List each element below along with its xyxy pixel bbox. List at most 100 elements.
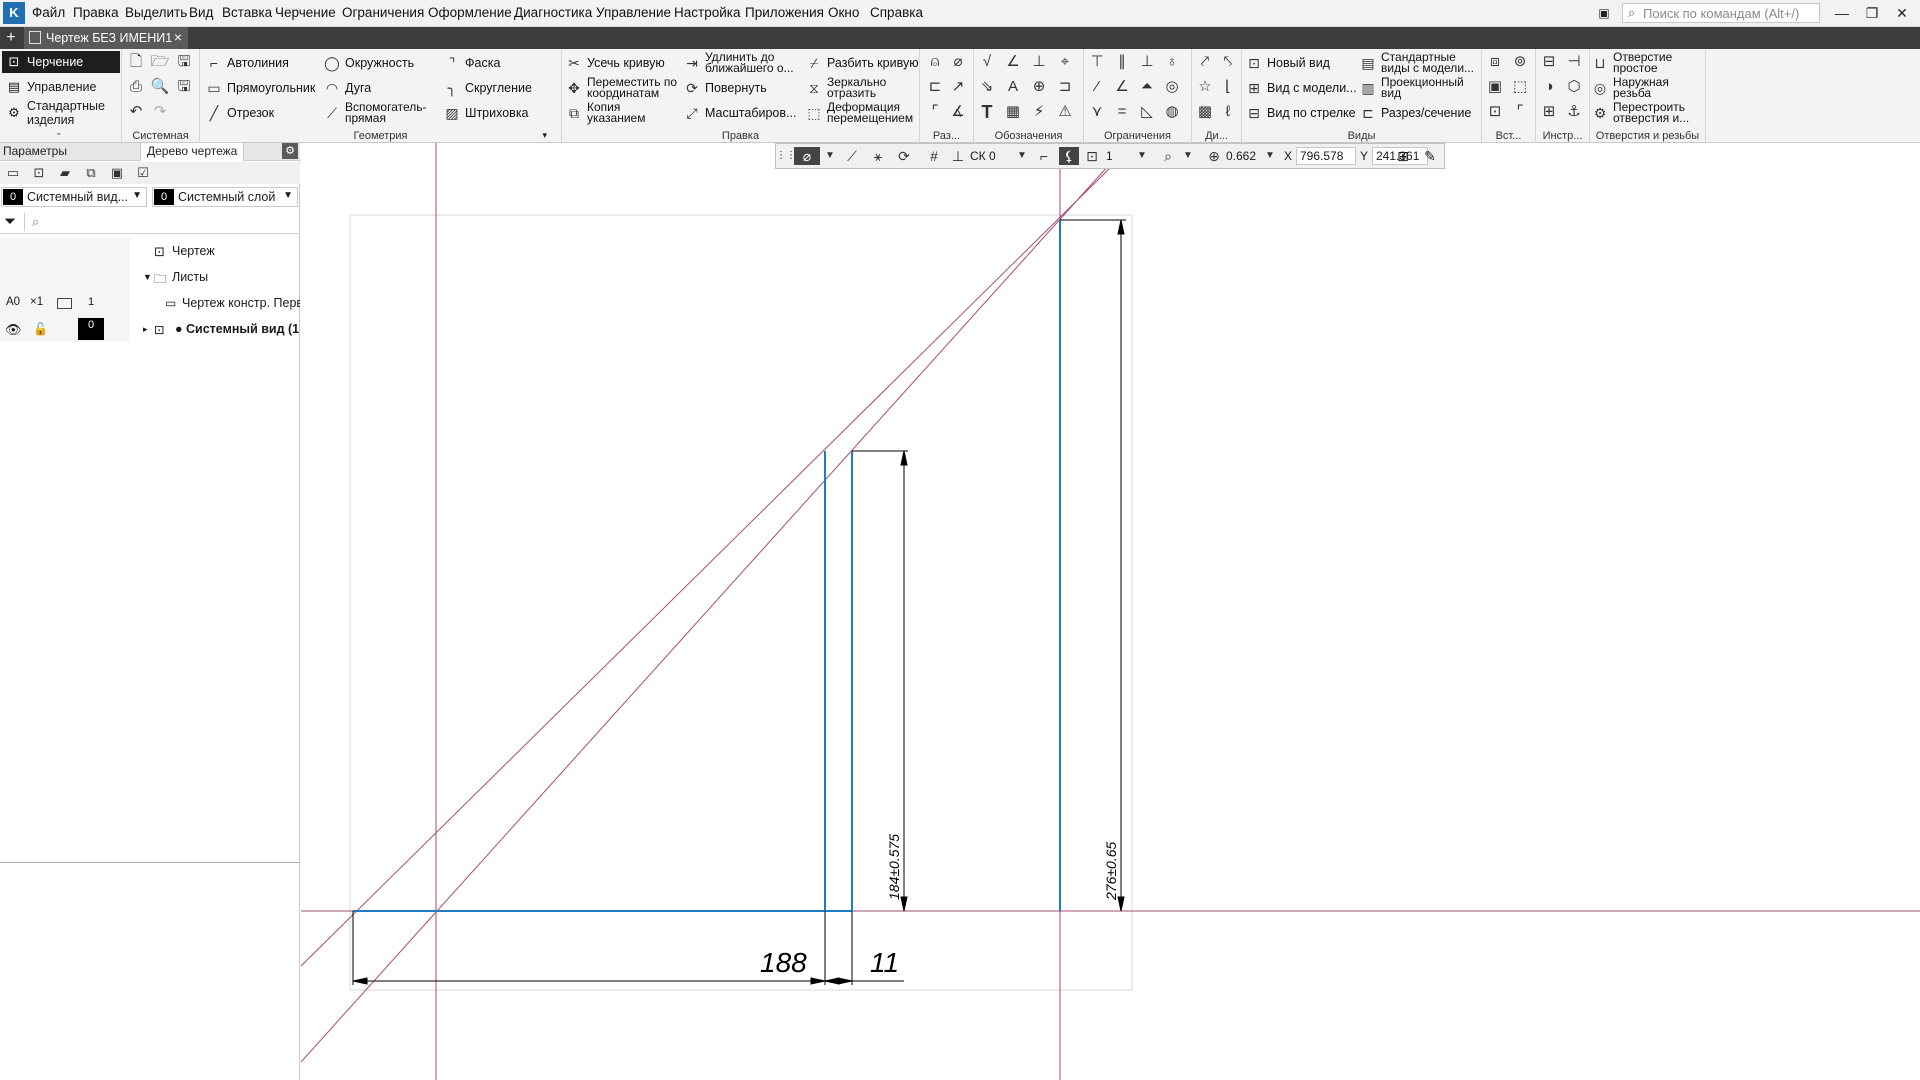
dim-188-text[interactable]: 188 xyxy=(760,947,807,978)
menu-insert[interactable]: Вставка xyxy=(222,5,272,20)
dim-276-text[interactable]: 276±0.65 xyxy=(1103,841,1119,901)
copy-button[interactable]: ⧉ Копия указанием xyxy=(566,101,667,124)
rotate-button[interactable]: ⟳ Повернуть xyxy=(684,77,767,99)
leader-icon[interactable]: ∠ xyxy=(1003,52,1023,72)
rebuild-holes-button[interactable]: ⚙ Перестроить отверстия и... xyxy=(1592,101,1705,124)
text-icon[interactable]: T xyxy=(977,102,997,122)
chamfer-button[interactable]: ⌝ Фаска xyxy=(444,52,501,74)
toolbar-grip-icon[interactable]: ⋮⋮ xyxy=(776,147,796,165)
horizontal-icon[interactable]: ⏶ xyxy=(1137,77,1157,97)
tab-drawing-tree[interactable]: Дерево чертежа xyxy=(140,143,245,161)
menu-format[interactable]: Оформление xyxy=(428,5,512,20)
open-folder-icon[interactable]: 🗁 xyxy=(150,52,170,72)
menu-drawing[interactable]: Черчение xyxy=(275,5,336,20)
break-curve-button[interactable]: ⌿ Разбить кривую xyxy=(806,52,919,74)
view-selector[interactable]: 0 Системный вид... ▼ xyxy=(1,187,147,207)
mode-std-parts[interactable]: ⚙ Стандартные изделия xyxy=(2,99,120,127)
expand-icon[interactable]: ▸ xyxy=(143,324,148,335)
parallel-icon[interactable]: ∥ xyxy=(1112,52,1132,72)
chevron-down-icon[interactable]: ▼ xyxy=(1132,147,1152,165)
chevron-down-icon[interactable]: ▼ xyxy=(820,147,840,165)
angle-constraint-icon[interactable]: ∠ xyxy=(1112,77,1132,97)
collinear-icon[interactable]: ⁄ xyxy=(1087,77,1107,97)
image-icon[interactable]: ▣ xyxy=(108,165,126,181)
tool2-icon[interactable]: ⊣ xyxy=(1564,52,1584,72)
roughness-icon[interactable]: √ xyxy=(977,52,997,72)
symmetry-icon[interactable]: ⋎ xyxy=(1087,102,1107,122)
menu-help[interactable]: Справка xyxy=(870,5,923,20)
tool1-icon[interactable]: ⊟ xyxy=(1539,52,1559,72)
perpendicular-icon[interactable]: ⊥ xyxy=(1137,52,1157,72)
lock-icon[interactable]: 🔓 xyxy=(33,322,48,336)
new-tab-button[interactable]: + xyxy=(2,29,20,47)
tab-parameters[interactable]: Параметры xyxy=(3,144,67,158)
scale-button[interactable]: ⤢ Масштабиров... xyxy=(684,102,796,124)
standard-views-button[interactable]: ▤ Стандартные виды с модели... xyxy=(1360,51,1481,74)
close-window-icon[interactable]: ✕ xyxy=(1890,3,1914,23)
radial-dim-icon[interactable]: ↗ xyxy=(948,77,968,97)
save-all-icon[interactable]: 🖫 xyxy=(174,77,194,97)
hatch-button[interactable]: ▨ Штриховка xyxy=(444,102,528,124)
insert-view-icon[interactable]: ⊚ xyxy=(1510,52,1530,72)
zoom-value[interactable]: 0.662 xyxy=(1226,147,1256,165)
coord-system-value[interactable]: СК 0 xyxy=(970,147,996,165)
new-view-button[interactable]: ⊡ Новый вид xyxy=(1246,52,1330,74)
layer-icon[interactable]: ▰ xyxy=(56,165,74,181)
local-snap-icon[interactable]: ⟋ xyxy=(842,147,862,165)
tangent-icon[interactable]: ♁ xyxy=(1162,52,1182,72)
auto-dim-icon[interactable]: ⍝ xyxy=(925,52,945,72)
dim-11-text[interactable]: 11 xyxy=(870,947,899,978)
check-icon[interactable]: ☑ xyxy=(134,165,152,181)
base-icon[interactable]: ⊥ xyxy=(1029,52,1049,72)
tree-row-drawing[interactable]: ⊡ Чертеж xyxy=(0,238,300,264)
arrow-icon[interactable]: ⇘ xyxy=(977,77,997,97)
mark-icon[interactable]: ⚡ xyxy=(1029,102,1049,122)
scale-value[interactable]: 1 xyxy=(1106,147,1113,165)
triangle-icon[interactable]: ◺ xyxy=(1137,102,1157,122)
tool3-icon[interactable]: ◑ xyxy=(1539,77,1559,97)
move-coords-button[interactable]: ✥ Переместить по координатам xyxy=(566,76,695,99)
view-list-icon[interactable]: ▭ xyxy=(4,165,22,181)
chevron-down-icon[interactable]: ▼ xyxy=(1012,147,1032,165)
search-icon[interactable]: ⌕ xyxy=(32,214,39,230)
hatch-round-icon[interactable]: ◍ xyxy=(1162,102,1182,122)
round-icon[interactable]: ⚸ xyxy=(1059,147,1079,165)
filter-icon[interactable]: ⏷ xyxy=(4,213,16,230)
refresh-icon[interactable]: ⟳ xyxy=(894,147,914,165)
external-thread-button[interactable]: ◎ Наружная резьба xyxy=(1592,76,1701,99)
base-dim-icon[interactable]: ⌜ xyxy=(925,102,945,122)
properties-icon[interactable]: ⊞ xyxy=(1393,146,1413,166)
menu-edit[interactable]: Правка xyxy=(73,5,119,20)
redo-icon[interactable]: ↷ xyxy=(150,102,170,122)
collapse-chevron-icon[interactable]: ⌄ xyxy=(55,127,63,138)
ortho-icon[interactable]: ⌐ xyxy=(1034,147,1054,165)
drawing-canvas[interactable]: 188 11 184±0.575 276±0.65 xyxy=(301,143,1920,1080)
tree-row-system-view[interactable]: 👁 🔓 0 ▸ ⊡ ● Системный вид (1:1 xyxy=(0,316,300,342)
tool6-icon[interactable]: ⚓ xyxy=(1564,102,1584,122)
menu-select[interactable]: Выделить xyxy=(125,5,187,20)
fix-icon[interactable]: ⊤ xyxy=(1087,52,1107,72)
grid-param-icon[interactable]: ▩ xyxy=(1195,102,1215,122)
fillet-button[interactable]: ╮ Скругление xyxy=(444,77,532,99)
insert-frame-icon[interactable]: ⊡ xyxy=(1485,102,1505,122)
zoom-icon[interactable]: ⊕ xyxy=(1204,147,1224,165)
zoom-region-icon[interactable]: ⌕ xyxy=(1158,147,1178,165)
pipette-icon[interactable]: ✎ xyxy=(1420,146,1440,166)
coord-system-icon[interactable]: ⊥ xyxy=(948,147,968,165)
menu-view[interactable]: Вид xyxy=(189,5,213,20)
circle-button[interactable]: ◯ Окружность xyxy=(324,52,414,74)
diameter-icon[interactable]: ⌀ xyxy=(948,52,968,72)
mode-manage[interactable]: ▤ Управление xyxy=(2,76,120,98)
axis-icon[interactable]: ⊕ xyxy=(1029,77,1049,97)
scale-icon[interactable]: ⊡ xyxy=(1082,147,1102,165)
mirror-button[interactable]: ⧖ Зеркально отразить xyxy=(806,76,907,99)
grid-icon[interactable]: # xyxy=(924,147,944,165)
save-icon[interactable]: 🖫 xyxy=(174,52,194,72)
menu-constraints[interactable]: Ограничения xyxy=(342,5,424,20)
tree-row-sheet[interactable]: А0 ×1 1 ▭ Чертеж констр. Перв xyxy=(0,290,300,316)
tree-row-sheets[interactable]: ▼ 🗀 Листы xyxy=(0,264,300,290)
segment-button[interactable]: ╱ Отрезок xyxy=(206,102,274,124)
menu-diagnostics[interactable]: Диагностика xyxy=(514,5,592,20)
variable-icon[interactable]: ℓ xyxy=(1218,102,1238,122)
app-logo[interactable]: K xyxy=(3,2,25,24)
